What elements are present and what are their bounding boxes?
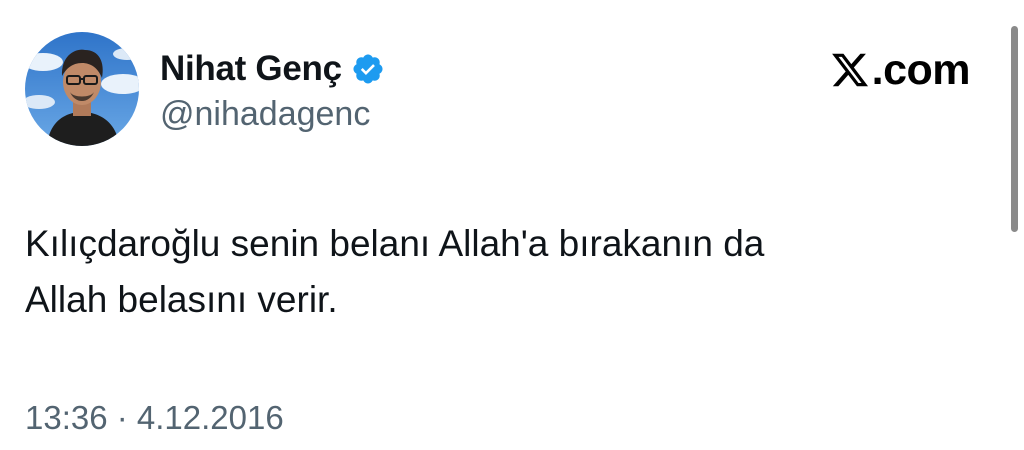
brand-domain-suffix: .com xyxy=(871,46,971,94)
avatar[interactable] xyxy=(25,32,139,146)
tweet-card: Nihat Genç @nihadagenc .com Kılıçdaroğlu… xyxy=(0,0,1024,450)
verified-badge-icon xyxy=(351,52,385,86)
author-name-row: Nihat Genç xyxy=(160,47,385,91)
scrollbar[interactable] xyxy=(1011,26,1018,232)
x-logo-icon xyxy=(830,50,870,90)
avatar-image xyxy=(25,32,139,146)
tweet-timestamp[interactable]: 13:36 · 4.12.2016 xyxy=(25,398,284,438)
brand-logo: .com xyxy=(830,44,971,96)
tweet-text: Kılıçdaroğlu senin belanı Allah'a bıraka… xyxy=(25,223,765,320)
author-handle[interactable]: @nihadagenc xyxy=(160,94,370,134)
author-display-name[interactable]: Nihat Genç xyxy=(160,47,342,91)
